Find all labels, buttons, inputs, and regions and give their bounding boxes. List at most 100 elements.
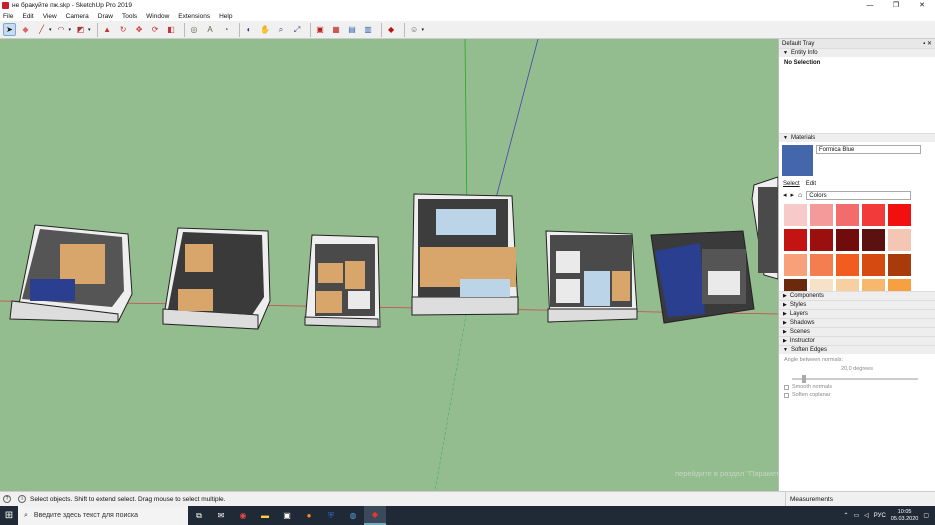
style-builder-icon[interactable]: ▥ [362,23,375,36]
model-viewport[interactable]: перейдите в раздел "Параметры". [0,39,778,491]
menu-window[interactable]: Window [146,13,169,20]
menu-view[interactable]: View [43,13,57,20]
color-swatch[interactable] [836,229,859,251]
shield-icon[interactable]: ⛨ [320,506,342,525]
windows-start-icon[interactable]: ⊞ [0,506,18,525]
measurements-box[interactable]: Measurements [785,492,935,507]
chevron-down-icon[interactable]: ▾ [69,27,72,33]
layers-header[interactable]: ▶ Layers [779,309,935,318]
color-swatch[interactable] [862,254,885,276]
color-swatch[interactable] [836,254,859,276]
smooth-normals-checkbox[interactable]: Smooth normals [784,384,930,390]
menu-extensions[interactable]: Extensions [178,13,210,20]
maximize-button[interactable]: ❐ [883,0,909,11]
menu-tools[interactable]: Tools [122,13,137,20]
user-icon[interactable]: i [18,495,26,503]
extension-warehouse-icon[interactable]: ▦ [330,23,343,36]
eraser-icon[interactable]: ◆ [19,23,32,36]
color-swatch[interactable] [810,204,833,226]
push-pull-icon[interactable]: ▲ [101,23,114,36]
shape-icon[interactable]: ◩ [74,23,87,36]
model-canvas[interactable] [0,39,778,491]
back-arrow-icon[interactable]: ◂ [783,191,787,199]
menu-help[interactable]: Help [219,13,232,20]
account-icon[interactable]: ☺ [408,23,421,36]
select-icon[interactable]: ➤ [3,23,16,36]
color-swatch[interactable] [784,254,807,276]
color-swatch[interactable] [836,204,859,226]
pin-close-icon[interactable]: ▪ ✕ [923,40,932,47]
close-button[interactable]: ✕ [909,0,935,11]
slider-knob[interactable] [802,375,806,383]
folder-icon[interactable]: ▬ [254,506,276,525]
color-swatch[interactable] [862,229,885,251]
scenes-header[interactable]: ▶ Scenes [779,327,935,336]
notifications-icon[interactable]: ▢ [923,512,929,519]
color-swatch[interactable] [784,229,807,251]
menu-draw[interactable]: Draw [98,13,113,20]
color-swatch[interactable] [862,279,885,291]
menu-edit[interactable]: Edit [22,13,33,20]
color-swatch[interactable] [784,279,807,291]
zoom-extents-icon[interactable]: ⤢ [291,23,304,36]
warehouse-icon[interactable]: ▣ [314,23,327,36]
chrome-icon[interactable]: ◉ [232,506,254,525]
clock[interactable]: 10:05 05.03.2020 [891,509,919,523]
tab-select[interactable]: Select [783,181,800,187]
protractor-icon[interactable]: ◔ [220,23,233,36]
color-swatch[interactable] [784,204,807,226]
tape-measure-icon[interactable]: ◎ [188,23,201,36]
mail-icon[interactable]: ✉ [210,506,232,525]
pan-icon[interactable]: ✋ [259,23,272,36]
arc-icon[interactable]: ◠ [55,23,68,36]
color-swatch[interactable] [836,279,859,291]
move-icon[interactable]: ✥ [133,23,146,36]
chevron-down-icon[interactable]: ▾ [88,27,91,33]
orbit-icon[interactable]: ◐ [243,23,256,36]
rotate-icon[interactable]: ⟳ [149,23,162,36]
color-swatch[interactable] [810,254,833,276]
chevron-down-icon[interactable]: ▾ [49,27,52,33]
firefox-icon[interactable]: ● [298,506,320,525]
task-view-icon[interactable]: ⧉ [188,506,210,525]
globe-icon[interactable]: ◍ [342,506,364,525]
ruby-icon[interactable]: ◆ [385,23,398,36]
soften-coplanar-checkbox[interactable]: Soften coplanar [784,392,930,398]
color-swatch[interactable] [888,229,911,251]
follow-me-icon[interactable]: ↻ [117,23,130,36]
color-swatch[interactable] [888,204,911,226]
menu-file[interactable]: File [3,13,13,20]
shadows-header[interactable]: ▶ Shadows [779,318,935,327]
zoom-icon[interactable]: ⌕ [275,23,288,36]
angle-slider[interactable] [792,375,918,383]
tab-edit[interactable]: Edit [806,181,816,187]
components-header[interactable]: ▶ Components [779,291,935,300]
entity-info-header[interactable]: ▼ Entity Info [779,48,935,57]
chevron-down-icon[interactable]: ▾ [422,27,425,33]
layout-icon[interactable]: ▤ [346,23,359,36]
collection-select[interactable]: Colors [806,190,912,200]
taskbar-search[interactable]: ⌕ Введите здесь текст для поиска [18,506,188,525]
info-icon[interactable]: ? [3,495,11,503]
forward-arrow-icon[interactable]: ▸ [791,191,795,199]
materials-header[interactable]: ▼ Materials [779,133,935,142]
color-swatch[interactable] [810,279,833,291]
speaker-icon[interactable]: ◁ [864,512,869,519]
instructor-header[interactable]: ▶ Instructor [779,336,935,345]
app-icon[interactable]: ▣ [276,506,298,525]
color-swatch[interactable] [888,279,911,291]
material-name-field[interactable]: Formica Blue [816,145,921,154]
menu-camera[interactable]: Camera [66,13,89,20]
network-icon[interactable]: ▭ [853,512,859,519]
soften-edges-header[interactable]: ▼ Soften Edges [779,345,935,354]
styles-header[interactable]: ▶ Styles [779,300,935,309]
scale-icon[interactable]: ◧ [165,23,178,36]
color-swatch[interactable] [888,254,911,276]
text-icon[interactable]: A [204,23,217,36]
chevron-up-icon[interactable]: ⌃ [843,512,848,519]
home-icon[interactable]: ⌂ [798,192,802,199]
line-icon[interactable]: ╱ [35,23,48,36]
color-swatch[interactable] [862,204,885,226]
sketchup-taskbar-icon[interactable]: ◆ [364,506,386,525]
language-indicator[interactable]: РУС [874,513,886,519]
